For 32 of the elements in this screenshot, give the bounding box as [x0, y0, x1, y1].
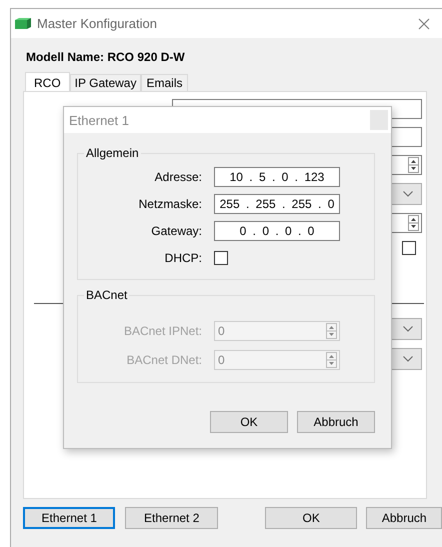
footer-button[interactable]: Abbruch [366, 507, 442, 529]
footer-button[interactable]: OK [264, 507, 358, 529]
field-label: Netzmaske: [138, 196, 202, 210]
tab[interactable]: Emails [141, 74, 188, 91]
field-label: BACnet IPNet: [122, 324, 202, 338]
field-label: Gateway: [150, 224, 202, 238]
dialog-title: Ethernet 1 [69, 112, 129, 128]
footer-button[interactable]: Ethernet 1 [23, 507, 116, 529]
spin-arrows-icon[interactable] [408, 157, 419, 173]
field-label: BACnet DNet: [126, 352, 202, 366]
chevron-down-icon [403, 356, 413, 362]
close-icon[interactable] [418, 18, 430, 30]
field-label: DHCP: [164, 250, 202, 264]
model-name: Modell Name: RCO 920 D-W [26, 50, 186, 66]
ip-address-field[interactable]: 10 . 5 . 0 . 123 [214, 166, 340, 186]
ip-address-field[interactable]: 255 . 255 . 255 . 0 [214, 194, 340, 214]
dialog-button[interactable]: OK [210, 411, 288, 433]
window-title: Master Konfiguration [37, 16, 158, 31]
checkbox[interactable] [214, 250, 228, 264]
tab[interactable]: IP Gateway [70, 74, 142, 91]
group-title: Allgemein [84, 146, 141, 160]
dialog-button[interactable]: Abbruch [297, 411, 375, 433]
ip-address-field[interactable]: 0 . 0 . 0 . 0 [214, 220, 340, 240]
field-label: Adresse: [154, 170, 202, 184]
spin-arrows-icon[interactable] [408, 215, 419, 231]
app-icon [15, 18, 31, 30]
checkbox[interactable] [402, 241, 416, 255]
tab[interactable]: RCO [25, 72, 70, 92]
chevron-down-icon [403, 326, 413, 332]
footer-button[interactable]: Ethernet 2 [125, 507, 218, 529]
group-title: BACnet [84, 288, 130, 302]
chevron-down-icon [403, 191, 413, 197]
